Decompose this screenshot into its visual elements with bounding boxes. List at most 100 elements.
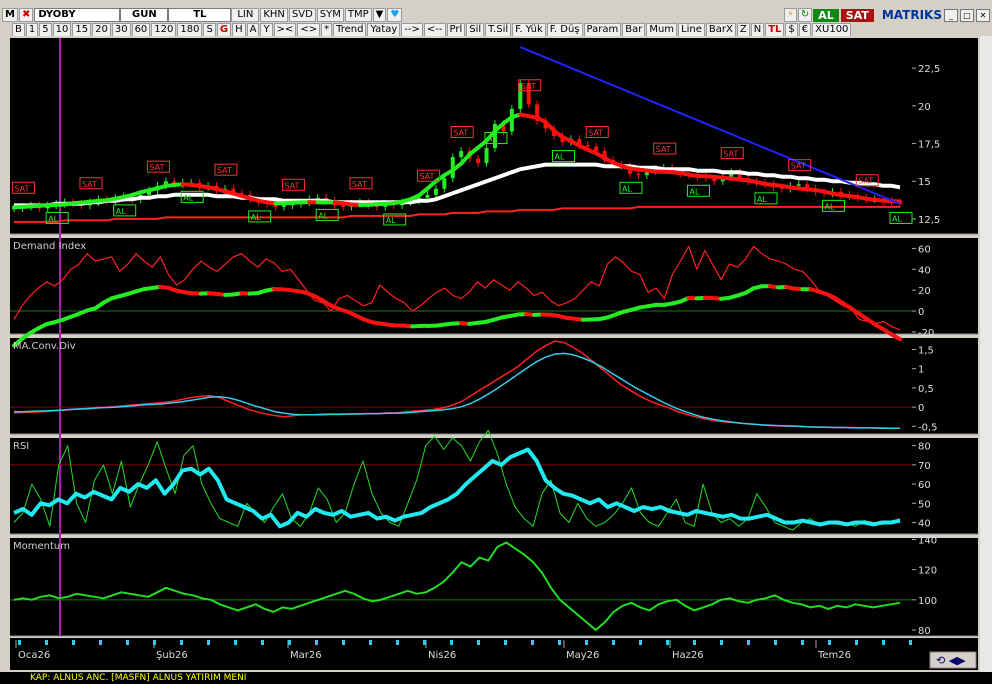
panel-title-3: RSI	[13, 441, 29, 452]
toolbar-item-5[interactable]: 20	[92, 22, 111, 37]
ytick-label-0-2: 17,5	[918, 140, 940, 151]
toolbar-item-3[interactable]: 10	[52, 22, 72, 37]
toolbar-item-0[interactable]: B	[12, 22, 25, 37]
ytick-label-2-1: 1	[918, 365, 924, 376]
toolbar-item-34[interactable]: TL	[765, 22, 785, 37]
toolbar-item-37[interactable]: XU100	[812, 22, 852, 37]
xaxis-marker	[423, 640, 426, 645]
toolbar-item-1[interactable]: 1	[25, 22, 39, 37]
toolbar-item-7[interactable]: 60	[131, 22, 151, 37]
panel-title-1: Demand Index	[13, 241, 86, 252]
toolbar-item-19[interactable]: Yatay	[367, 22, 401, 37]
xaxis-marker	[207, 640, 210, 645]
ytick-label-2-2: 0,5	[918, 384, 934, 395]
xaxis-marker	[801, 640, 804, 645]
candle-body	[282, 205, 287, 207]
ytick-label-3-2: 60	[918, 480, 931, 491]
xaxis-marker	[396, 640, 399, 645]
ytick-label-1-3: 0	[918, 307, 924, 318]
panel-title-4: Momentum	[13, 541, 70, 552]
xaxis-marker	[612, 640, 615, 645]
signal-label: SAT	[588, 128, 603, 137]
signal-label: AL	[757, 195, 767, 204]
signal-label: SAT	[521, 82, 536, 91]
toolbar-top: M ✖ DYOBY GUN TL LIN KHN SVD SYM TMP ▼ ♥…	[2, 8, 990, 22]
al-button[interactable]: AL	[813, 8, 839, 22]
symbol-field[interactable]: DYOBY	[34, 8, 121, 22]
xaxis-marker	[855, 640, 858, 645]
toolbar-item-35[interactable]: $	[785, 22, 798, 37]
toolbar-item-30[interactable]: Line	[678, 22, 705, 37]
minimize-icon[interactable]: _	[944, 8, 958, 22]
toolbar-item-11[interactable]: G	[216, 22, 232, 37]
toolbar-item-28[interactable]: Bar	[622, 22, 646, 37]
lightning-icon[interactable]: ⚡	[783, 8, 797, 22]
ytick-label-1-4: -20	[918, 328, 934, 339]
toolbar-item-9[interactable]: 180	[177, 22, 203, 37]
app-menu-button[interactable]: M	[2, 8, 18, 22]
candle-body	[594, 146, 599, 152]
scale-button[interactable]: LIN	[231, 8, 260, 22]
currency-field[interactable]: TL	[168, 8, 232, 22]
toolbar-item-24[interactable]: T.Sil	[485, 22, 512, 37]
toolbar-item-18[interactable]: Trend	[333, 22, 367, 37]
toolbar-item-13[interactable]: A	[246, 22, 260, 37]
khn-button[interactable]: KHN	[260, 8, 288, 22]
signal-label: SAT	[419, 172, 434, 181]
toolbar-item-2[interactable]: 5	[39, 22, 52, 37]
close-icon[interactable]: ✕	[976, 8, 990, 22]
toolbar-item-21[interactable]: <--	[423, 22, 446, 37]
xaxis-marker	[882, 640, 885, 645]
toolbar-item-10[interactable]: S	[203, 22, 216, 37]
sat-button[interactable]: SAT	[840, 8, 874, 22]
panel-title-2: MA.Conv.Div	[13, 341, 76, 352]
ytick-label-3-4: 40	[918, 518, 931, 529]
toolbar-item-20[interactable]: -->	[401, 22, 423, 37]
toolbar-item-36[interactable]: €	[798, 22, 812, 37]
refresh-icon[interactable]: ↻	[797, 8, 813, 22]
toolbar-item-12[interactable]: H	[232, 22, 246, 37]
news-ticker[interactable]: KAP: ALNUS ANC. [MASFN] ALNUS YATIRIM ME…	[0, 672, 992, 684]
ytick-label-2-4: -0,5	[918, 422, 938, 433]
panel-bg-2	[10, 338, 912, 434]
signal-label: AL	[251, 213, 261, 222]
toolbar-item-6[interactable]: 30	[111, 22, 131, 37]
xtick-label-6: Tem26	[817, 650, 851, 661]
period-field[interactable]: GUN	[120, 8, 169, 22]
toolbar-item-27[interactable]: Param	[583, 22, 622, 37]
candle-body	[425, 194, 430, 198]
signal-label: SAT	[453, 128, 468, 137]
toolbar-item-29[interactable]: Mum	[646, 22, 678, 37]
toolbar-item-17[interactable]: *	[321, 22, 333, 37]
toolbar-item-16[interactable]: <>	[297, 22, 321, 37]
toolbar-item-4[interactable]: 15	[72, 22, 92, 37]
chart-area[interactable]: 22,5 20 17,5 15 12,5 SAT AL SAT AL SAT AL SAT AL SAT A…	[0, 36, 992, 672]
toolbar-item-25[interactable]: F. Yük	[512, 22, 546, 37]
signal-label: SAT	[14, 184, 29, 193]
twitter-icon[interactable]: ♥	[387, 8, 403, 22]
ytick-label-0-3: 15	[918, 177, 931, 188]
toolbar-item-22[interactable]: Prl	[446, 22, 466, 37]
toolbar-item-23[interactable]: Sil	[466, 22, 485, 37]
ytick-label-0-0: 22,5	[918, 64, 940, 75]
signal-label: AL	[689, 187, 699, 196]
toolbar-item-8[interactable]: 120	[151, 22, 177, 37]
signal-label: AL	[318, 211, 328, 220]
dropdown-icon[interactable]: ▼	[372, 8, 387, 22]
toolbar-item-14[interactable]: Y	[260, 22, 273, 37]
toolbar-item-15[interactable]: ><	[273, 22, 297, 37]
toolbar-item-32[interactable]: Z	[736, 22, 750, 37]
toolbar-item-31[interactable]: BarX	[705, 22, 736, 37]
candle-body	[341, 205, 346, 207]
xaxis-marker	[477, 640, 480, 645]
xaxis-marker	[639, 640, 642, 645]
maximize-icon[interactable]: □	[960, 8, 974, 22]
ytick-label-3-0: 80	[918, 442, 931, 453]
flag-icon[interactable]: ✖	[18, 8, 34, 22]
xaxis-marker	[450, 640, 453, 645]
toolbar-item-26[interactable]: F. Düş	[546, 22, 583, 37]
tmp-button[interactable]: TMP	[344, 8, 372, 22]
svd-button[interactable]: SVD	[288, 8, 316, 22]
sym-button[interactable]: SYM	[316, 8, 344, 22]
toolbar-item-33[interactable]: N	[750, 22, 765, 37]
